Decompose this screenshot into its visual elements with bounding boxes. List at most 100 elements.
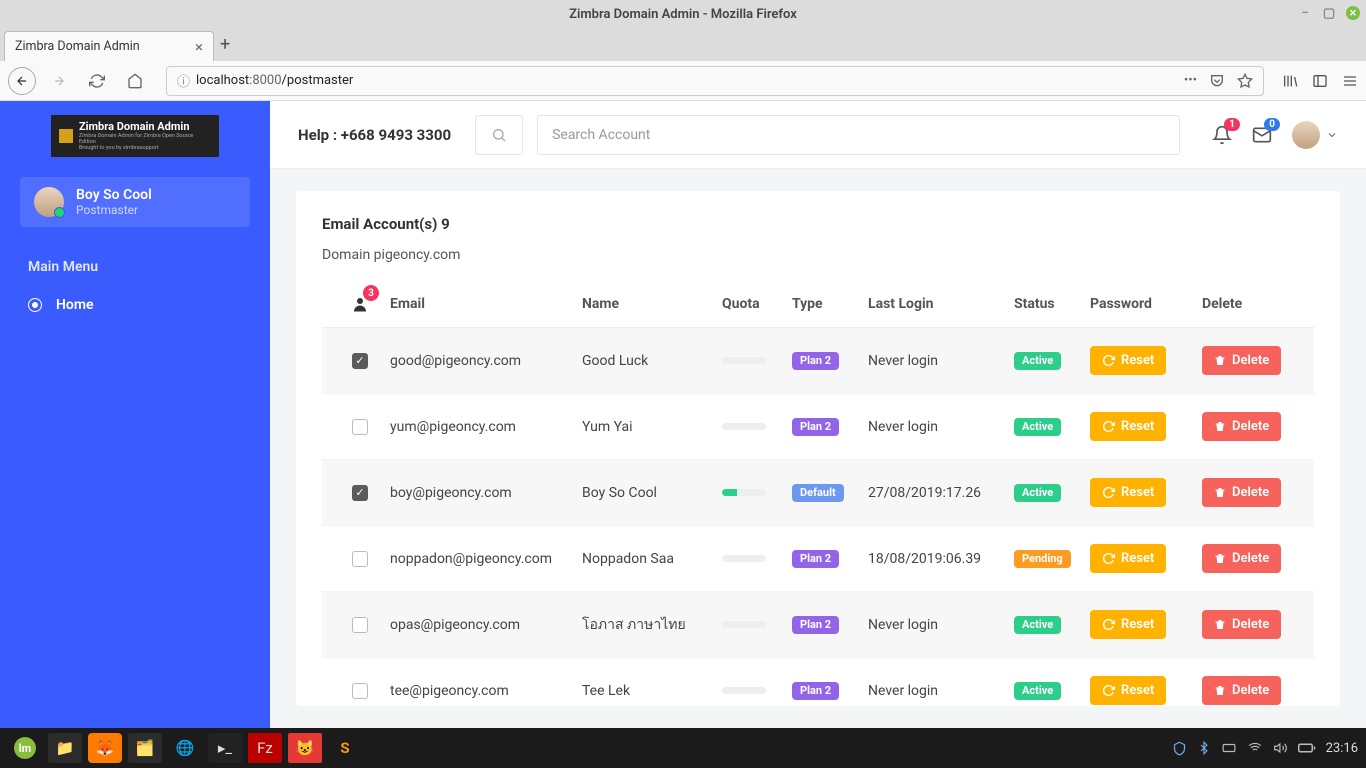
table-row: opas@pigeoncy.comโอภาส ภาษาไทยPlan 2Neve…: [322, 592, 1314, 658]
cell-name: Tee Lek: [582, 683, 722, 699]
reset-button[interactable]: Reset: [1090, 478, 1166, 507]
cell-quota: [722, 687, 792, 694]
row-checkbox[interactable]: ✓: [352, 353, 368, 369]
url-text: localhost:8000/postmaster: [196, 73, 353, 88]
row-checkbox[interactable]: [352, 617, 368, 633]
keyboard-icon[interactable]: [1221, 741, 1237, 755]
row-checkbox[interactable]: [352, 551, 368, 567]
cell-name: Boy So Cool: [582, 485, 722, 501]
browser-tab[interactable]: Zimbra Domain Admin ×: [4, 31, 214, 61]
cell-login: Never login: [868, 683, 1014, 699]
window-close-button[interactable]: ×: [1346, 6, 1360, 20]
delete-button[interactable]: Delete: [1202, 346, 1281, 375]
col-email[interactable]: Email: [390, 296, 582, 312]
cell-type: Plan 2: [792, 616, 868, 634]
cell-type: Plan 2: [792, 418, 868, 436]
user-menu[interactable]: [1292, 121, 1338, 149]
cell-email: tee@pigeoncy.com: [390, 683, 582, 699]
search-icon: [491, 127, 507, 143]
reset-button[interactable]: Reset: [1090, 544, 1166, 573]
refresh-icon: [1102, 420, 1115, 433]
task-sublime[interactable]: S: [328, 733, 362, 763]
wifi-icon[interactable]: [1247, 741, 1263, 755]
window-controls: − ▢ ×: [1298, 6, 1360, 20]
cell-quota: [722, 423, 792, 430]
search-input[interactable]: [537, 115, 1180, 155]
tab-close-button[interactable]: ×: [195, 38, 203, 56]
task-app[interactable]: 😺: [288, 733, 322, 763]
bluetooth-icon[interactable]: [1197, 741, 1211, 755]
minimize-button[interactable]: −: [1298, 6, 1312, 20]
row-checkbox[interactable]: ✓: [352, 485, 368, 501]
library-icon[interactable]: [1282, 73, 1298, 89]
chevron-down-icon: [1326, 129, 1338, 141]
site-info-icon[interactable]: ⓘ: [177, 71, 190, 90]
delete-button[interactable]: Delete: [1202, 478, 1281, 507]
search-button[interactable]: [475, 115, 523, 155]
new-tab-button[interactable]: +: [220, 34, 230, 61]
menu-icon[interactable]: [1342, 73, 1358, 89]
task-firefox[interactable]: 🦊: [88, 733, 122, 763]
cell-type: Plan 2: [792, 682, 868, 700]
table-row: noppadon@pigeoncy.comNoppadon SaaPlan 21…: [322, 526, 1314, 592]
sidebar-icon[interactable]: [1312, 73, 1328, 89]
cell-status: Active: [1014, 418, 1090, 436]
row-checkbox[interactable]: [352, 683, 368, 699]
task-terminal[interactable]: ▸_: [208, 733, 242, 763]
avatar-icon: [34, 187, 64, 217]
battery-icon[interactable]: [1298, 742, 1316, 754]
reset-button[interactable]: Reset: [1090, 676, 1166, 705]
bookmark-star-icon[interactable]: [1237, 73, 1253, 89]
refresh-icon: [1102, 354, 1115, 367]
window-title: Zimbra Domain Admin - Mozilla Firefox: [569, 7, 797, 22]
col-status[interactable]: Status: [1014, 296, 1090, 312]
delete-button[interactable]: Delete: [1202, 676, 1281, 705]
cell-status: Active: [1014, 484, 1090, 502]
delete-button[interactable]: Delete: [1202, 610, 1281, 639]
address-bar[interactable]: ⓘ localhost:8000/postmaster •••: [166, 66, 1264, 96]
back-button[interactable]: [8, 67, 36, 95]
task-filezilla[interactable]: Fz: [248, 733, 282, 763]
user-name: Boy So Cool: [76, 187, 152, 203]
col-name[interactable]: Name: [582, 296, 722, 312]
row-checkbox[interactable]: [352, 419, 368, 435]
volume-icon[interactable]: [1273, 741, 1288, 755]
pocket-icon[interactable]: [1209, 73, 1225, 89]
cell-quota: [722, 357, 792, 364]
reset-button[interactable]: Reset: [1090, 610, 1166, 639]
col-delete: Delete: [1202, 296, 1292, 312]
delete-button[interactable]: Delete: [1202, 412, 1281, 441]
shield-icon[interactable]: [1172, 741, 1187, 756]
start-button[interactable]: lm: [8, 733, 42, 763]
task-chrome[interactable]: 🌐: [168, 733, 202, 763]
col-password: Password: [1090, 296, 1202, 312]
maximize-button[interactable]: ▢: [1322, 6, 1336, 20]
clock[interactable]: 23:16: [1326, 741, 1358, 756]
cell-status: Active: [1014, 682, 1090, 700]
table-row: ✓good@pigeoncy.comGood LuckPlan 2Never l…: [322, 328, 1314, 394]
reload-button[interactable]: [82, 66, 112, 96]
delete-button[interactable]: Delete: [1202, 544, 1281, 573]
home-button[interactable]: [120, 66, 150, 96]
home-icon: [127, 73, 143, 89]
task-folder[interactable]: 🗂️: [128, 733, 162, 763]
cell-name: Yum Yai: [582, 419, 722, 435]
forward-button[interactable]: [44, 66, 74, 96]
table-body: ✓good@pigeoncy.comGood LuckPlan 2Never l…: [322, 328, 1314, 706]
mail-button[interactable]: 0: [1252, 125, 1272, 145]
col-login[interactable]: Last Login: [868, 296, 1014, 312]
table-row: ✓boy@pigeoncy.comBoy So CoolDefault27/08…: [322, 460, 1314, 526]
reset-button[interactable]: Reset: [1090, 346, 1166, 375]
cell-name: โอภาส ภาษาไทย: [582, 614, 722, 636]
col-type[interactable]: Type: [792, 296, 868, 312]
sidebar-item-home[interactable]: Home: [0, 283, 270, 327]
more-icon[interactable]: •••: [1184, 73, 1197, 88]
reset-button[interactable]: Reset: [1090, 412, 1166, 441]
task-files[interactable]: 📁: [48, 733, 82, 763]
menu-header: Main Menu: [0, 251, 270, 283]
col-quota[interactable]: Quota: [722, 296, 792, 312]
taskbar: lm 📁 🦊 🗂️ 🌐 ▸_ Fz 😺 S 23:16: [0, 728, 1366, 768]
bulk-user-icon[interactable]: 3: [351, 295, 369, 313]
notifications-button[interactable]: 1: [1212, 125, 1232, 145]
user-card[interactable]: Boy So Cool Postmaster: [20, 177, 250, 227]
